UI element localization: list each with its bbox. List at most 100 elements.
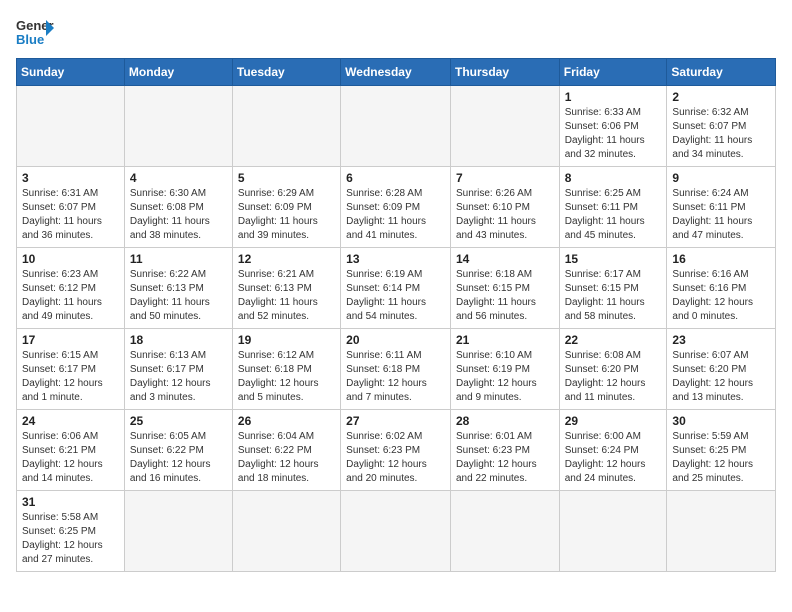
- day-info: Sunrise: 6:16 AM Sunset: 6:16 PM Dayligh…: [672, 268, 770, 324]
- logo-graphic: General Blue: [16, 16, 54, 48]
- day-info: Sunrise: 6:31 AM Sunset: 6:07 PM Dayligh…: [22, 187, 119, 243]
- day-number: 8: [565, 171, 662, 185]
- day-number: 10: [22, 252, 119, 266]
- day-info: Sunrise: 6:22 AM Sunset: 6:13 PM Dayligh…: [130, 268, 227, 324]
- calendar-cell: 12Sunrise: 6:21 AM Sunset: 6:13 PM Dayli…: [232, 248, 340, 329]
- day-number: 1: [565, 90, 662, 104]
- day-number: 26: [238, 414, 335, 428]
- day-number: 27: [346, 414, 445, 428]
- day-info: Sunrise: 6:28 AM Sunset: 6:09 PM Dayligh…: [346, 187, 445, 243]
- calendar-cell: 8 Sunrise: 6:25 AM Sunset: 6:11 PM Daylig…: [559, 167, 667, 248]
- calendar-week-4: 24 Sunrise: 6:06 AM Sunset: 6:21 PM Dayli…: [17, 410, 776, 491]
- day-number: 7: [456, 171, 554, 185]
- day-info: Sunrise: 6:08 AM Sunset: 6:20 PM Dayligh…: [565, 349, 662, 405]
- day-info: Sunrise: 6:26 AM Sunset: 6:10 PM Dayligh…: [456, 187, 554, 243]
- calendar-header-tuesday: Tuesday: [232, 59, 340, 86]
- day-info: Sunrise: 6:10 AM Sunset: 6:19 PM Dayligh…: [456, 349, 554, 405]
- calendar-cell: 24 Sunrise: 6:06 AM Sunset: 6:21 PM Dayli…: [17, 410, 125, 491]
- calendar-cell: 22 Sunrise: 6:08 AM Sunset: 6:20 PM Dayli…: [559, 329, 667, 410]
- calendar-body: 1 Sunrise: 6:33 AM Sunset: 6:06 PM Daylig…: [17, 86, 776, 572]
- calendar-cell: [232, 86, 340, 167]
- calendar-header-row: SundayMondayTuesdayWednesdayThursdayFrid…: [17, 59, 776, 86]
- calendar-cell: 23 Sunrise: 6:07 AM Sunset: 6:20 PM Dayli…: [667, 329, 776, 410]
- calendar-cell: 7 Sunrise: 6:26 AM Sunset: 6:10 PM Daylig…: [450, 167, 559, 248]
- day-number: 24: [22, 414, 119, 428]
- calendar-cell: 6Sunrise: 6:28 AM Sunset: 6:09 PM Daylig…: [341, 167, 451, 248]
- calendar-cell: 19 Sunrise: 6:12 AM Sunset: 6:18 PM Dayli…: [232, 329, 340, 410]
- day-number: 20: [346, 333, 445, 347]
- day-number: 31: [22, 495, 119, 509]
- calendar-cell: [17, 86, 125, 167]
- day-number: 4: [130, 171, 227, 185]
- day-number: 3: [22, 171, 119, 185]
- day-number: 18: [130, 333, 227, 347]
- calendar-cell: 18 Sunrise: 6:13 AM Sunset: 6:17 PM Dayli…: [124, 329, 232, 410]
- calendar-cell: 14 Sunrise: 6:18 AM Sunset: 6:15 PM Dayli…: [450, 248, 559, 329]
- calendar-cell: 2Sunrise: 6:32 AM Sunset: 6:07 PM Daylig…: [667, 86, 776, 167]
- day-number: 9: [672, 171, 770, 185]
- day-number: 23: [672, 333, 770, 347]
- day-number: 21: [456, 333, 554, 347]
- calendar-header-saturday: Saturday: [667, 59, 776, 86]
- day-info: Sunrise: 6:30 AM Sunset: 6:08 PM Dayligh…: [130, 187, 227, 243]
- calendar-cell: 10 Sunrise: 6:23 AM Sunset: 6:12 PM Dayli…: [17, 248, 125, 329]
- day-info: Sunrise: 6:24 AM Sunset: 6:11 PM Dayligh…: [672, 187, 770, 243]
- day-info: Sunrise: 6:33 AM Sunset: 6:06 PM Dayligh…: [565, 106, 662, 162]
- calendar-cell: 29 Sunrise: 6:00 AM Sunset: 6:24 PM Dayli…: [559, 410, 667, 491]
- calendar-cell: 28 Sunrise: 6:01 AM Sunset: 6:23 PM Dayli…: [450, 410, 559, 491]
- day-info: Sunrise: 6:11 AM Sunset: 6:18 PM Dayligh…: [346, 349, 445, 405]
- calendar-header-wednesday: Wednesday: [341, 59, 451, 86]
- day-info: Sunrise: 6:29 AM Sunset: 6:09 PM Dayligh…: [238, 187, 335, 243]
- calendar-cell: 13Sunrise: 6:19 AM Sunset: 6:14 PM Dayli…: [341, 248, 451, 329]
- day-number: 17: [22, 333, 119, 347]
- calendar-cell: 30 Sunrise: 5:59 AM Sunset: 6:25 PM Dayli…: [667, 410, 776, 491]
- calendar-cell: 15Sunrise: 6:17 AM Sunset: 6:15 PM Dayli…: [559, 248, 667, 329]
- svg-text:Blue: Blue: [16, 32, 44, 47]
- day-info: Sunrise: 6:07 AM Sunset: 6:20 PM Dayligh…: [672, 349, 770, 405]
- day-number: 29: [565, 414, 662, 428]
- day-info: Sunrise: 6:23 AM Sunset: 6:12 PM Dayligh…: [22, 268, 119, 324]
- day-number: 14: [456, 252, 554, 266]
- day-number: 5: [238, 171, 335, 185]
- calendar-cell: 21 Sunrise: 6:10 AM Sunset: 6:19 PM Dayli…: [450, 329, 559, 410]
- calendar-week-2: 10 Sunrise: 6:23 AM Sunset: 6:12 PM Dayli…: [17, 248, 776, 329]
- day-info: Sunrise: 6:25 AM Sunset: 6:11 PM Dayligh…: [565, 187, 662, 243]
- calendar-cell: [341, 86, 451, 167]
- day-number: 13: [346, 252, 445, 266]
- calendar-cell: 1 Sunrise: 6:33 AM Sunset: 6:06 PM Daylig…: [559, 86, 667, 167]
- day-info: Sunrise: 6:13 AM Sunset: 6:17 PM Dayligh…: [130, 349, 227, 405]
- calendar-week-1: 3 Sunrise: 6:31 AM Sunset: 6:07 PM Daylig…: [17, 167, 776, 248]
- calendar-cell: 11 Sunrise: 6:22 AM Sunset: 6:13 PM Dayli…: [124, 248, 232, 329]
- calendar-cell: [667, 491, 776, 572]
- calendar-header-monday: Monday: [124, 59, 232, 86]
- calendar-header-thursday: Thursday: [450, 59, 559, 86]
- day-info: Sunrise: 6:01 AM Sunset: 6:23 PM Dayligh…: [456, 430, 554, 486]
- day-info: Sunrise: 6:15 AM Sunset: 6:17 PM Dayligh…: [22, 349, 119, 405]
- day-number: 28: [456, 414, 554, 428]
- day-info: Sunrise: 6:06 AM Sunset: 6:21 PM Dayligh…: [22, 430, 119, 486]
- day-info: Sunrise: 6:05 AM Sunset: 6:22 PM Dayligh…: [130, 430, 227, 486]
- day-info: Sunrise: 6:12 AM Sunset: 6:18 PM Dayligh…: [238, 349, 335, 405]
- day-number: 2: [672, 90, 770, 104]
- day-number: 22: [565, 333, 662, 347]
- calendar-cell: 4 Sunrise: 6:30 AM Sunset: 6:08 PM Daylig…: [124, 167, 232, 248]
- day-info: Sunrise: 6:18 AM Sunset: 6:15 PM Dayligh…: [456, 268, 554, 324]
- calendar-header-friday: Friday: [559, 59, 667, 86]
- day-number: 19: [238, 333, 335, 347]
- day-number: 15: [565, 252, 662, 266]
- calendar-cell: 25Sunrise: 6:05 AM Sunset: 6:22 PM Dayli…: [124, 410, 232, 491]
- calendar-header-sunday: Sunday: [17, 59, 125, 86]
- calendar-cell: 31Sunrise: 5:58 AM Sunset: 6:25 PM Dayli…: [17, 491, 125, 572]
- day-info: Sunrise: 5:59 AM Sunset: 6:25 PM Dayligh…: [672, 430, 770, 486]
- calendar-cell: 17 Sunrise: 6:15 AM Sunset: 6:17 PM Dayli…: [17, 329, 125, 410]
- day-info: Sunrise: 6:00 AM Sunset: 6:24 PM Dayligh…: [565, 430, 662, 486]
- day-number: 16: [672, 252, 770, 266]
- calendar-cell: 3 Sunrise: 6:31 AM Sunset: 6:07 PM Daylig…: [17, 167, 125, 248]
- header: General Blue: [16, 16, 776, 48]
- calendar-cell: [450, 491, 559, 572]
- logo: General Blue: [16, 16, 54, 48]
- day-number: 30: [672, 414, 770, 428]
- calendar-cell: 26Sunrise: 6:04 AM Sunset: 6:22 PM Dayli…: [232, 410, 340, 491]
- calendar-week-3: 17 Sunrise: 6:15 AM Sunset: 6:17 PM Dayli…: [17, 329, 776, 410]
- day-number: 11: [130, 252, 227, 266]
